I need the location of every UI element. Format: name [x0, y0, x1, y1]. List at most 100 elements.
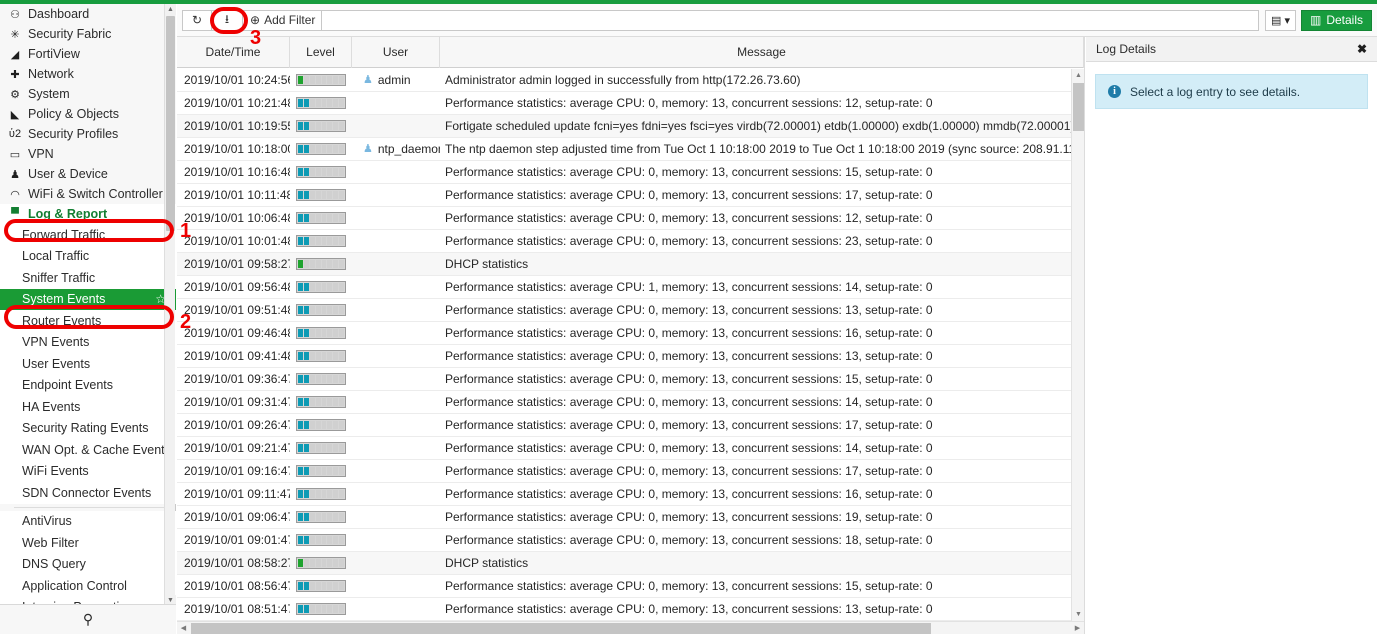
table-cell-message: Performance statistics: average CPU: 0, … — [445, 302, 933, 317]
sidebar-item-label: Web Filter — [22, 535, 79, 550]
table-row[interactable]: 2019/10/01 09:51:48 Performance statistic… — [177, 299, 1084, 322]
sidebar-item-security-fabric[interactable]: ✳Security Fabric› — [0, 24, 176, 44]
sidebar-scroll-up-icon[interactable]: ▲ — [165, 4, 176, 15]
table-cell-message: The ntp daemon step adjusted time from T… — [445, 141, 1084, 156]
table-row[interactable]: 2019/10/01 09:11:47 Performance statistic… — [177, 483, 1084, 506]
sidebar-footer: ⚲ — [0, 604, 176, 634]
table-cell-level — [290, 483, 352, 506]
table-row[interactable]: 2019/10/01 08:58:27 DHCP statistics — [177, 552, 1084, 575]
sidebar-item-sdn-connector-events[interactable]: SDN Connector Events — [0, 482, 176, 504]
table-scroll-down-icon[interactable]: ▼ — [1072, 608, 1084, 621]
sidebar-item-label: Policy & Objects — [28, 107, 120, 121]
log-details-body: i Select a log entry to see details. — [1086, 62, 1377, 121]
sidebar-item-wifi-events[interactable]: WiFi Events — [0, 460, 176, 482]
sidebar-item-user-events[interactable]: User Events — [0, 353, 176, 375]
sidebar-item-user-device[interactable]: ♟User & Device› — [0, 164, 176, 184]
table-cell-user-wrap — [352, 92, 440, 115]
add-filter-button[interactable]: ⊕ Add Filter — [242, 9, 324, 31]
details-toggle-button[interactable]: ▥ Details — [1300, 9, 1372, 31]
column-header-level[interactable]: Level — [290, 37, 352, 68]
sidebar-item-web-filter[interactable]: Web Filter — [0, 532, 176, 554]
sidebar-item-label: Local Traffic — [22, 249, 90, 264]
sidebar-item-system-events[interactable]: System Events ☆ — [0, 288, 176, 310]
filter-input[interactable] — [321, 9, 1260, 31]
sidebar-item-security-rating-events[interactable]: Security Rating Events — [0, 417, 176, 439]
sidebar-item-antivirus[interactable]: AntiVirus — [0, 510, 176, 532]
sidebar-item-forward-traffic[interactable]: Forward Traffic — [0, 224, 176, 246]
table-row[interactable]: 2019/10/01 10:16:48 Performance statistic… — [177, 161, 1084, 184]
sidebar-scroll-area: ⚇Dashboard›✳Security Fabric›◢FortiView›✚… — [0, 4, 176, 606]
column-header-user[interactable]: User — [352, 37, 440, 68]
column-header-datetime[interactable]: Date/Time — [177, 37, 290, 68]
table-cell-message: Performance statistics: average CPU: 0, … — [445, 164, 933, 179]
refresh-button[interactable]: ↻ — [182, 9, 212, 31]
table-cell-level — [290, 276, 352, 299]
table-row[interactable]: 2019/10/01 09:16:47 Performance statistic… — [177, 460, 1084, 483]
sidebar-item-wan-opt-cache-events[interactable]: WAN Opt. & Cache Events — [0, 439, 176, 461]
sidebar-item-policy-objects[interactable]: ◣Policy & Objects› — [0, 104, 176, 124]
sidebar-item-vpn-events[interactable]: VPN Events — [0, 331, 176, 353]
table-scroll-left-icon[interactable]: ◀ — [177, 622, 190, 634]
table-row[interactable]: 2019/10/01 08:51:47 Performance statistic… — [177, 598, 1084, 621]
table-row[interactable]: 2019/10/01 10:21:48 Performance statistic… — [177, 92, 1084, 115]
table-vertical-scrollbar[interactable]: ▲ ▼ — [1071, 69, 1084, 621]
sidebar-item-application-control[interactable]: Application Control — [0, 575, 176, 597]
table-row[interactable]: 2019/10/01 10:01:48 Performance statistic… — [177, 230, 1084, 253]
table-row[interactable]: 2019/10/01 09:41:48 Performance statistic… — [177, 345, 1084, 368]
table-row[interactable]: 2019/10/01 10:18:00 ♟ ntp_daemon The ntp da… — [177, 138, 1084, 161]
sidebar-item-dns-query[interactable]: DNS Query — [0, 553, 176, 575]
table-row[interactable]: 2019/10/01 10:24:56 ♟ admin Administrator a… — [177, 69, 1084, 92]
sidebar-item-dashboard[interactable]: ⚇Dashboard› — [0, 4, 176, 24]
table-row[interactable]: 2019/10/01 09:58:27 DHCP statistics — [177, 253, 1084, 276]
table-horizontal-scrollbar[interactable]: ◀ ▶ — [177, 621, 1084, 634]
search-icon[interactable]: ⚲ — [83, 611, 93, 628]
sidebar-item-vpn[interactable]: ▭VPN› — [0, 144, 176, 164]
table-cell-message: Fortigate scheduled update fcni=yes fdni… — [445, 118, 1084, 133]
table-row[interactable]: 2019/10/01 09:21:47 Performance statistic… — [177, 437, 1084, 460]
column-header-message[interactable]: Message — [440, 37, 1084, 68]
sidebar-item-security-profiles[interactable]: ὑ2Security Profiles› — [0, 124, 176, 144]
column-settings-button[interactable]: ▤ ▾ — [1265, 9, 1296, 31]
table-cell-datetime: 2019/10/01 10:01:48 — [184, 233, 290, 248]
level-indicator — [296, 534, 346, 546]
sidebar-scrollbar[interactable]: ▲ ▼ — [164, 4, 176, 606]
table-row[interactable]: 2019/10/01 09:01:47 Performance statistic… — [177, 529, 1084, 552]
table-row[interactable]: 2019/10/01 10:19:55 Fortigate scheduled u… — [177, 115, 1084, 138]
table-row[interactable]: 2019/10/01 08:56:47 Performance statistic… — [177, 575, 1084, 598]
table-cell-user-wrap — [352, 368, 440, 391]
table-cell-level — [290, 92, 352, 115]
close-icon[interactable]: ✖ — [1357, 42, 1367, 56]
table-cell-level — [290, 115, 352, 138]
sidebar-item-network[interactable]: ✚Network› — [0, 64, 176, 84]
table-row[interactable]: 2019/10/01 10:06:48 Performance statistic… — [177, 207, 1084, 230]
sidebar-item-fortiview[interactable]: ◢FortiView› — [0, 44, 176, 64]
table-cell-datetime: 2019/10/01 10:24:56 — [184, 72, 290, 87]
sidebar-item-router-events[interactable]: Router Events — [0, 310, 176, 332]
sidebar-item-system[interactable]: ⚙System› — [0, 84, 176, 104]
table-cell-message: Performance statistics: average CPU: 0, … — [445, 394, 933, 409]
table-row[interactable]: 2019/10/01 09:46:48 Performance statistic… — [177, 322, 1084, 345]
sidebar-item-endpoint-events[interactable]: Endpoint Events — [0, 374, 176, 396]
table-cell-user-wrap — [352, 506, 440, 529]
table-row[interactable]: 2019/10/01 09:56:48 Performance statistic… — [177, 276, 1084, 299]
table-scroll-right-icon[interactable]: ▶ — [1071, 622, 1084, 634]
sidebar-item-local-traffic[interactable]: Local Traffic — [0, 245, 176, 267]
table-cell-user-wrap — [352, 115, 440, 138]
table-scroll-up-icon[interactable]: ▲ — [1072, 69, 1084, 82]
sidebar-item-sniffer-traffic[interactable]: Sniffer Traffic — [0, 267, 176, 289]
sidebar-item-wifi-switch-controller[interactable]: ◠WiFi & Switch Controller› — [0, 184, 176, 204]
sidebar-item-log-report[interactable]: ▀Log & Reportˇ — [0, 204, 176, 224]
download-button[interactable]: ⭳ — [211, 9, 243, 31]
level-indicator — [296, 74, 346, 86]
table-vscrollbar-thumb[interactable] — [1073, 83, 1084, 131]
table-row[interactable]: 2019/10/01 09:31:47 Performance statistic… — [177, 391, 1084, 414]
table-row[interactable]: 2019/10/01 09:26:47 Performance statistic… — [177, 414, 1084, 437]
table-cell-message: Performance statistics: average CPU: 0, … — [445, 509, 933, 524]
sidebar-item-ha-events[interactable]: HA Events — [0, 396, 176, 418]
sidebar-scrollbar-thumb[interactable] — [166, 16, 175, 231]
table-row[interactable]: 2019/10/01 09:36:47 Performance statistic… — [177, 368, 1084, 391]
sidebar-item-label: Dashboard — [28, 7, 90, 21]
table-row[interactable]: 2019/10/01 10:11:48 Performance statistic… — [177, 184, 1084, 207]
table-hscrollbar-thumb[interactable] — [191, 623, 931, 634]
table-row[interactable]: 2019/10/01 09:06:47 Performance statistic… — [177, 506, 1084, 529]
